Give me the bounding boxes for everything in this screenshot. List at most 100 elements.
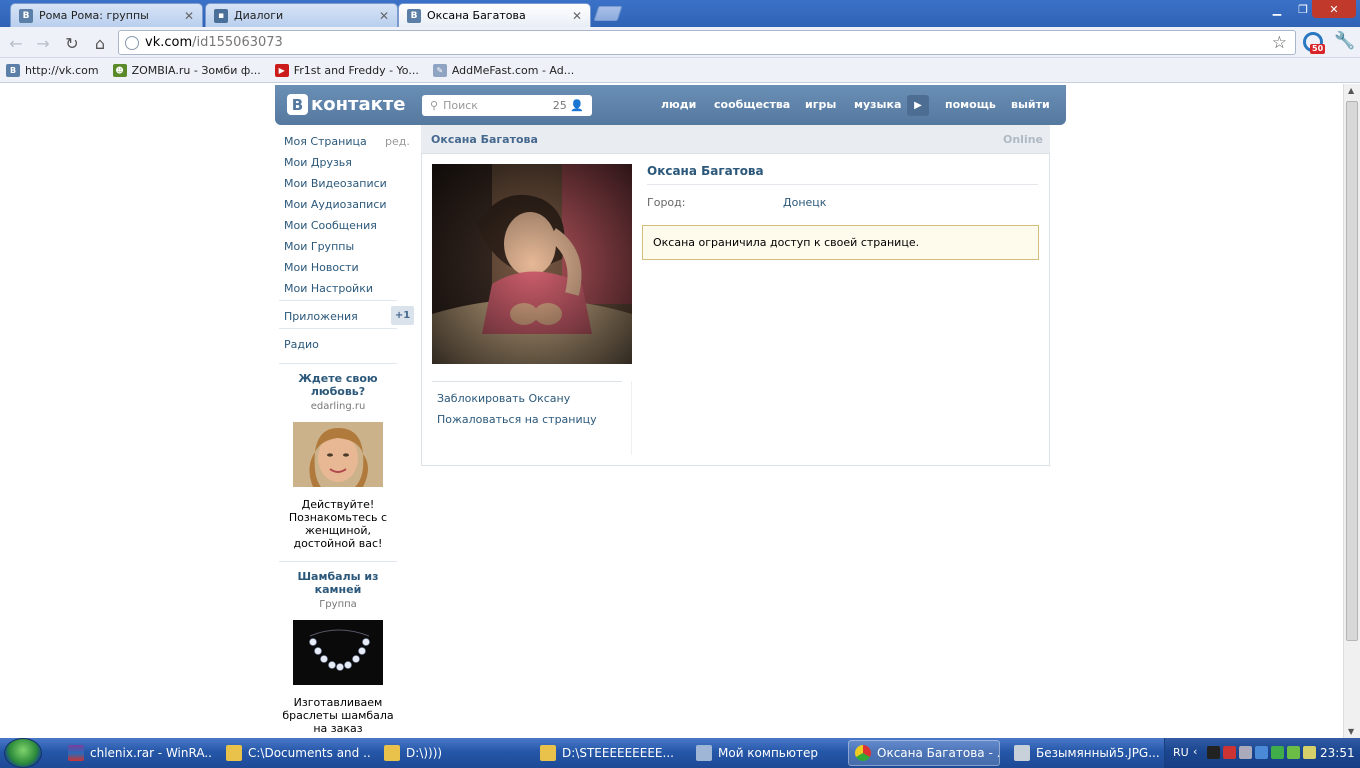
ad-title[interactable]: Шамбалы из камней <box>279 570 397 596</box>
nav-people[interactable]: люди <box>661 98 696 111</box>
play-icon[interactable]: ▶ <box>907 95 929 116</box>
bookmark-star-icon[interactable]: ☆ <box>1272 33 1287 53</box>
ad-text[interactable]: Действуйте! Познакомьтесь с женщиной, до… <box>279 498 397 550</box>
bookmark-youtube[interactable]: ▶ Fr1st and Freddy - Yo... <box>274 63 419 77</box>
address-url: vk.com/id155063073 <box>145 35 283 50</box>
block-user-link[interactable]: Заблокировать Оксану <box>437 392 570 405</box>
task-label: D:\)))) <box>406 746 443 760</box>
menu-groups[interactable]: Мои Группы <box>284 240 354 253</box>
menu-videos[interactable]: Мои Видеозаписи <box>284 177 387 190</box>
task-chrome-profile[interactable]: Оксана Багатова - ... <box>848 740 1000 766</box>
profile-name-divider <box>647 184 1038 185</box>
windows-taskbar: chlenix.rar - WinRA... C:\Documents and … <box>0 738 1360 768</box>
menu-apps[interactable]: Приложения <box>284 310 358 323</box>
tray-app-icon[interactable] <box>1223 746 1236 759</box>
profile-avatar[interactable] <box>432 164 632 364</box>
menu-audio[interactable]: Мои Аудиозаписи <box>284 198 387 211</box>
nav-communities[interactable]: сообщества <box>714 98 790 111</box>
task-documents-folder[interactable]: C:\Documents and ... <box>220 740 370 766</box>
window-close-icon[interactable]: ✕ <box>1312 0 1356 18</box>
ad-text[interactable]: Изготавливаем браслеты шамбала на заказ <box>279 696 397 735</box>
bookmark-label: http://vk.com <box>25 63 99 77</box>
city-value[interactable]: Донецк <box>783 196 826 209</box>
tab-dialogs[interactable]: ▪ Диалоги ✕ <box>205 3 398 27</box>
tray-app-icon[interactable] <box>1207 746 1220 759</box>
close-icon[interactable]: ✕ <box>572 9 582 23</box>
forward-icon[interactable]: → <box>33 33 53 53</box>
ad-image-bracelet[interactable] <box>293 620 383 685</box>
addmefast-favicon-icon: ✎ <box>432 63 447 77</box>
apps-count-badge[interactable]: +1 <box>391 306 414 325</box>
nav-help[interactable]: помощь <box>945 98 996 111</box>
reload-icon[interactable]: ↻ <box>62 33 82 53</box>
tab-title: Оксана Багатова <box>427 9 526 22</box>
home-icon[interactable]: ⌂ <box>90 33 110 53</box>
menu-messages[interactable]: Мои Сообщения <box>284 219 377 232</box>
search-placeholder: Поиск <box>443 99 478 112</box>
bookmark-vk[interactable]: В http://vk.com <box>6 63 99 77</box>
vk-logo-text: контакте <box>311 94 406 115</box>
ad-image-woman[interactable] <box>293 422 383 487</box>
bookmark-label: ZOMBIA.ru - Зомби ф... <box>131 63 261 77</box>
close-icon[interactable]: ✕ <box>184 9 194 23</box>
ad-domain: edarling.ru <box>310 401 366 412</box>
menu-divider <box>279 363 397 364</box>
task-d-folder[interactable]: D:\)))) <box>378 740 528 766</box>
back-icon[interactable]: ← <box>6 33 26 53</box>
task-label: chlenix.rar - WinRA... <box>90 746 212 760</box>
tray-app-icon[interactable] <box>1271 746 1284 759</box>
task-my-computer[interactable]: Мой компьютер <box>690 740 840 766</box>
tray-expand-icon[interactable]: ‹ <box>1193 745 1197 758</box>
language-indicator[interactable]: RU <box>1173 746 1189 759</box>
ad-title[interactable]: Ждете свою любовь? <box>279 372 397 398</box>
task-image-viewer[interactable]: Безымянный5.JPG... <box>1008 740 1160 766</box>
volume-icon[interactable] <box>1303 746 1316 759</box>
city-label: Город: <box>647 196 686 209</box>
security-icon[interactable] <box>1287 746 1300 759</box>
vk-logo[interactable]: В контакте <box>287 94 405 115</box>
start-button[interactable] <box>4 738 42 768</box>
scroll-up-icon[interactable]: ▲ <box>1348 86 1354 95</box>
bookmark-label: AddMeFast.com - Ad... <box>451 63 575 77</box>
vk-favicon-icon: В <box>19 8 33 23</box>
search-input[interactable]: ⚲ Поиск 25 👤 <box>422 95 592 116</box>
tab-title: Рома Рома: группы <box>39 9 149 22</box>
page-scrollbar[interactable]: ▲ ▼ <box>1343 84 1360 738</box>
profile-header-name: Оксана Багатова <box>431 133 538 146</box>
menu-news[interactable]: Мои Новости <box>284 261 359 274</box>
task-steee-folder[interactable]: D:\STEEEEEEEEE... <box>534 740 684 766</box>
report-page-link[interactable]: Пожаловаться на страницу <box>437 413 597 426</box>
folder-icon <box>540 745 556 761</box>
menu-radio[interactable]: Радио <box>284 338 319 351</box>
nav-logout[interactable]: выйти <box>1011 98 1050 111</box>
close-icon[interactable]: ✕ <box>379 9 389 23</box>
tab-profile[interactable]: В Оксана Багатова ✕ <box>398 3 591 27</box>
zombia-favicon-icon: ☻ <box>112 63 127 77</box>
system-clock[interactable]: 23:51 <box>1320 746 1355 760</box>
search-icon: ⚲ <box>430 99 439 112</box>
online-status: Online <box>1003 133 1044 146</box>
nav-music[interactable]: музыка <box>854 98 901 111</box>
scrollbar-thumb[interactable] <box>1346 101 1358 641</box>
minimize-icon[interactable]: ▁ <box>1264 0 1290 18</box>
bookmark-zombia[interactable]: ☻ ZOMBIA.ru - Зомби ф... <box>112 63 261 77</box>
tray-app-icon[interactable] <box>1239 746 1252 759</box>
tab-roma-groups[interactable]: В Рома Рома: группы ✕ <box>10 3 203 27</box>
new-tab-button[interactable] <box>593 6 623 21</box>
bookmark-addmefast[interactable]: ✎ AddMeFast.com - Ad... <box>432 63 575 77</box>
wrench-icon[interactable]: 🔧 <box>1334 31 1355 51</box>
menu-friends[interactable]: Мои Друзья <box>284 156 352 169</box>
menu-edit-link[interactable]: ред. <box>385 135 410 148</box>
address-bar[interactable]: vk.com/id155063073 ☆ <box>118 30 1296 55</box>
nav-games[interactable]: игры <box>805 98 836 111</box>
task-winrar[interactable]: chlenix.rar - WinRA... <box>62 740 212 766</box>
vk-favicon-icon: В <box>407 8 421 23</box>
vk-logo-icon: В <box>287 94 308 115</box>
scroll-down-icon[interactable]: ▼ <box>1348 727 1354 736</box>
bookmarks-bar: В http://vk.com ☻ ZOMBIA.ru - Зомби ф...… <box>0 58 1360 83</box>
network-icon[interactable] <box>1255 746 1268 759</box>
extension-badge: 50 <box>1310 44 1326 54</box>
menu-settings[interactable]: Мои Настройки <box>284 282 373 295</box>
computer-icon <box>696 745 712 761</box>
menu-my-page[interactable]: Моя Страница <box>284 135 367 148</box>
